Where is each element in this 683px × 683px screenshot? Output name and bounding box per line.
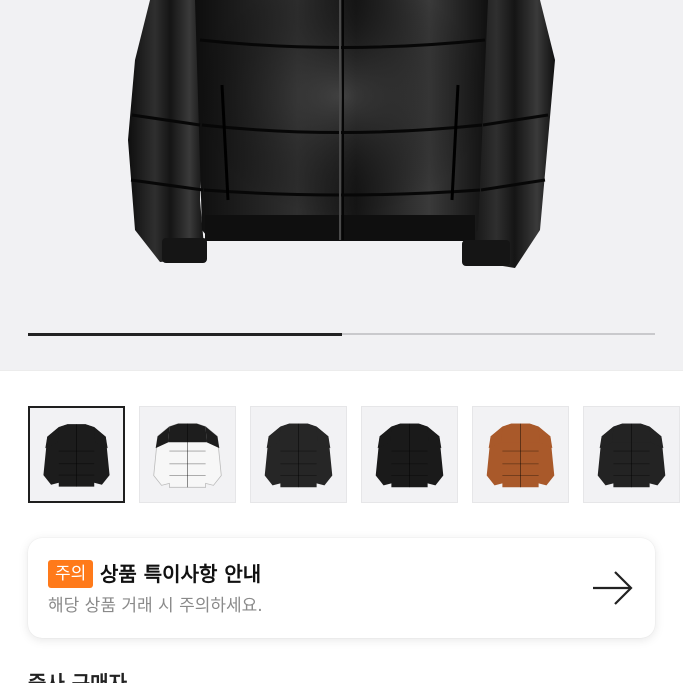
jacket-thumbnail-icon bbox=[486, 423, 555, 488]
puffer-jacket-image bbox=[128, 0, 555, 268]
product-main-image[interactable] bbox=[0, 0, 683, 370]
thumb-white-jacket[interactable] bbox=[139, 406, 236, 503]
jacket-thumbnail-icon bbox=[264, 423, 333, 488]
jacket-thumbnail-icon bbox=[375, 423, 444, 488]
jacket-thumbnail-icon bbox=[153, 423, 222, 488]
arrow-right-icon[interactable] bbox=[591, 568, 635, 608]
gallery-progress-fill bbox=[28, 332, 342, 336]
caution-badge: 주의 bbox=[48, 560, 94, 588]
thumb-black-matte-jacket[interactable] bbox=[250, 406, 347, 503]
thumb-black-jacket-alt[interactable] bbox=[583, 406, 680, 503]
notice-subtitle: 해당 상품 거래 시 주의하세요. bbox=[48, 596, 263, 616]
seller-section-title: 중사 구매자 bbox=[28, 671, 127, 683]
product-notice-card[interactable]: 주의 상품 특이사항 안내 해당 상품 거래 시 주의하세요. bbox=[28, 538, 655, 638]
thumbnail-strip[interactable] bbox=[28, 406, 683, 504]
jacket-thumbnail-icon bbox=[43, 424, 110, 487]
section-divider bbox=[0, 370, 683, 371]
thumb-black-jacket-front[interactable] bbox=[28, 406, 125, 503]
thumb-brown-jacket[interactable] bbox=[472, 406, 569, 503]
thumb-black-jacket[interactable] bbox=[361, 406, 458, 503]
gallery-progress-track bbox=[28, 332, 655, 336]
notice-title: 상품 특이사항 안내 bbox=[100, 562, 262, 586]
jacket-thumbnail-icon bbox=[597, 423, 666, 488]
